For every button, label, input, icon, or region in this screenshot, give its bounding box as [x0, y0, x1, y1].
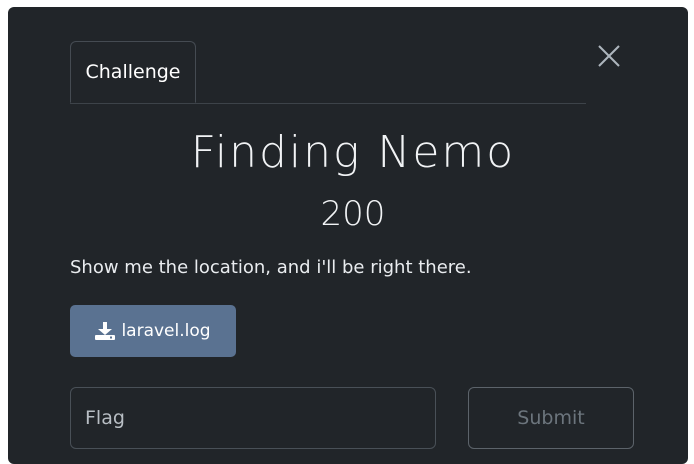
challenge-modal: Challenge Finding Nemo 200 Show me the l… — [8, 7, 688, 464]
close-button[interactable] — [596, 43, 622, 69]
download-file-button[interactable]: laravel.log — [70, 305, 236, 357]
tab-challenge[interactable]: Challenge — [70, 41, 196, 103]
challenge-title: Finding Nemo — [190, 127, 516, 178]
download-icon — [95, 322, 116, 340]
challenge-points: 200 — [320, 194, 386, 234]
tab-bar: Challenge — [70, 41, 586, 104]
submit-button[interactable]: Submit — [468, 387, 634, 449]
file-name: laravel.log — [121, 321, 211, 341]
challenge-description: Show me the location, and i'll be right … — [70, 257, 472, 278]
close-icon — [596, 43, 622, 69]
flag-input[interactable] — [70, 387, 436, 449]
